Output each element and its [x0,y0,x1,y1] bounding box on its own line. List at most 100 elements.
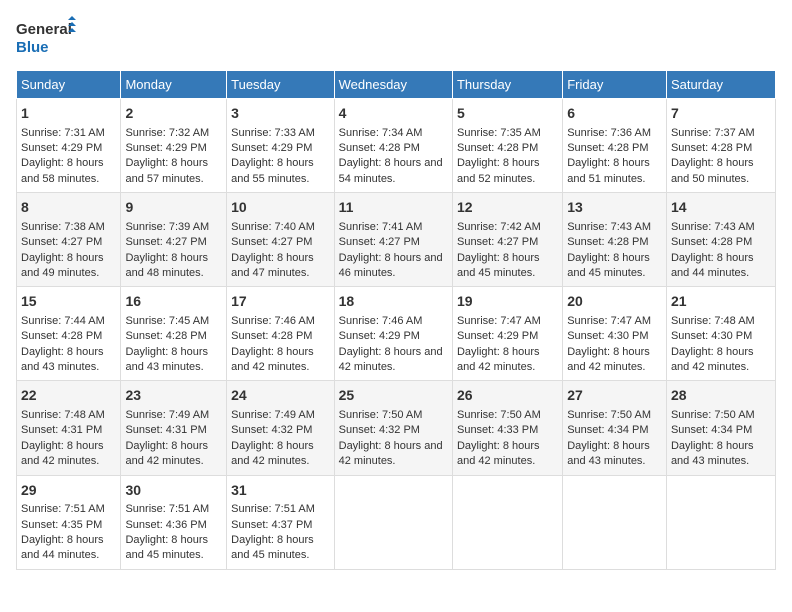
calendar-cell: 11Sunrise: 7:41 AMSunset: 4:27 PMDayligh… [334,193,452,287]
calendar-cell: 4Sunrise: 7:34 AMSunset: 4:28 PMDaylight… [334,99,452,193]
calendar-cell: 15Sunrise: 7:44 AMSunset: 4:28 PMDayligh… [17,287,121,381]
daylight-text: Daylight: 8 hours and 50 minutes. [671,157,754,184]
day-number: 19 [457,292,558,312]
day-number: 22 [21,386,116,406]
day-number: 23 [125,386,222,406]
daylight-text: Daylight: 8 hours and 54 minutes. [339,157,443,184]
calendar-cell: 2Sunrise: 7:32 AMSunset: 4:29 PMDaylight… [121,99,227,193]
sunrise-text: Sunrise: 7:49 AM [125,409,209,421]
daylight-text: Daylight: 8 hours and 42 minutes. [125,440,208,467]
daylight-text: Daylight: 8 hours and 43 minutes. [125,346,208,373]
calendar-week-row: 22Sunrise: 7:48 AMSunset: 4:31 PMDayligh… [17,381,776,475]
calendar-cell: 28Sunrise: 7:50 AMSunset: 4:34 PMDayligh… [666,381,775,475]
sunset-text: Sunset: 4:28 PM [457,142,538,154]
daylight-text: Daylight: 8 hours and 49 minutes. [21,252,104,279]
calendar-cell: 23Sunrise: 7:49 AMSunset: 4:31 PMDayligh… [121,381,227,475]
sunset-text: Sunset: 4:30 PM [671,330,752,342]
header-cell-thursday: Thursday [452,71,562,99]
sunset-text: Sunset: 4:27 PM [457,236,538,248]
daylight-text: Daylight: 8 hours and 42 minutes. [457,346,540,373]
calendar-cell: 9Sunrise: 7:39 AMSunset: 4:27 PMDaylight… [121,193,227,287]
day-number: 21 [671,292,771,312]
header-row: SundayMondayTuesdayWednesdayThursdayFrid… [17,71,776,99]
daylight-text: Daylight: 8 hours and 55 minutes. [231,157,314,184]
day-number: 13 [567,198,662,218]
daylight-text: Daylight: 8 hours and 45 minutes. [125,534,208,561]
sunrise-text: Sunrise: 7:31 AM [21,127,105,139]
calendar-cell: 19 Sunrise: 7:47 AM Sunset: 4:29 PM Dayligh… [452,287,562,381]
daylight-text: Daylight: 8 hours and 42 minutes. [457,440,540,467]
sunrise-text: Sunrise: 7:50 AM [339,409,423,421]
day-number: 2 [125,104,222,124]
sunset-text: Sunset: 4:27 PM [231,236,312,248]
day-number: 27 [567,386,662,406]
header-cell-saturday: Saturday [666,71,775,99]
calendar-table: SundayMondayTuesdayWednesdayThursdayFrid… [16,70,776,570]
calendar-week-row: 29Sunrise: 7:51 AMSunset: 4:35 PMDayligh… [17,475,776,569]
sunrise-text: Sunrise: 7:50 AM [457,409,541,421]
daylight-text: Daylight: 8 hours and 45 minutes. [567,252,650,279]
daylight-text: Daylight: 8 hours and 46 minutes. [339,252,443,279]
daylight-text: Daylight: 8 hours and 51 minutes. [567,157,650,184]
sunset-text: Sunset: 4:30 PM [567,330,648,342]
sunrise-text: Sunrise: 7:36 AM [567,127,651,139]
calendar-cell: 21 Sunrise: 7:48 AM Sunset: 4:30 PM Dayligh… [666,287,775,381]
header-cell-wednesday: Wednesday [334,71,452,99]
sunset-text: Sunset: 4:29 PM [339,330,420,342]
sunset-text: Sunset: 4:28 PM [671,142,752,154]
calendar-cell [563,475,667,569]
daylight-text: Daylight: 8 hours and 43 minutes. [567,440,650,467]
calendar-cell: 22Sunrise: 7:48 AMSunset: 4:31 PMDayligh… [17,381,121,475]
sunrise-text: Sunrise: 7:40 AM [231,221,315,233]
day-number: 8 [21,198,116,218]
calendar-cell [452,475,562,569]
sunset-text: Sunset: 4:28 PM [567,236,648,248]
day-number: 3 [231,104,329,124]
day-number: 5 [457,104,558,124]
sunset-text: Sunset: 4:28 PM [125,330,206,342]
daylight-text: Daylight: 8 hours and 57 minutes. [125,157,208,184]
day-number: 7 [671,104,771,124]
daylight-text: Daylight: 8 hours and 45 minutes. [231,534,314,561]
day-number: 29 [21,481,116,501]
header: General Blue [16,16,776,60]
sunset-text: Sunset: 4:33 PM [457,424,538,436]
sunset-text: Sunset: 4:28 PM [567,142,648,154]
daylight-text: Daylight: 8 hours and 58 minutes. [21,157,104,184]
sunset-text: Sunset: 4:32 PM [339,424,420,436]
day-number: 14 [671,198,771,218]
sunrise-text: Sunrise: 7:47 AM [457,315,541,327]
daylight-text: Daylight: 8 hours and 42 minutes. [339,346,443,373]
daylight-text: Daylight: 8 hours and 48 minutes. [125,252,208,279]
sunrise-text: Sunrise: 7:34 AM [339,127,423,139]
sunset-text: Sunset: 4:27 PM [21,236,102,248]
daylight-text: Daylight: 8 hours and 42 minutes. [671,346,754,373]
header-cell-monday: Monday [121,71,227,99]
sunrise-text: Sunrise: 7:48 AM [21,409,105,421]
calendar-cell: 25Sunrise: 7:50 AMSunset: 4:32 PMDayligh… [334,381,452,475]
calendar-cell: 10Sunrise: 7:40 AMSunset: 4:27 PMDayligh… [227,193,334,287]
calendar-cell: 8Sunrise: 7:38 AMSunset: 4:27 PMDaylight… [17,193,121,287]
sunrise-text: Sunrise: 7:41 AM [339,221,423,233]
calendar-cell: 13 Sunrise: 7:43 AM Sunset: 4:28 PM Dayligh… [563,193,667,287]
sunrise-text: Sunrise: 7:51 AM [231,503,315,515]
sunrise-text: Sunrise: 7:48 AM [671,315,755,327]
sunset-text: Sunset: 4:29 PM [21,142,102,154]
day-number: 20 [567,292,662,312]
daylight-text: Daylight: 8 hours and 45 minutes. [457,252,540,279]
day-number: 1 [21,104,116,124]
day-number: 18 [339,292,448,312]
calendar-cell: 5Sunrise: 7:35 AMSunset: 4:28 PMDaylight… [452,99,562,193]
sunrise-text: Sunrise: 7:43 AM [567,221,651,233]
sunset-text: Sunset: 4:29 PM [457,330,538,342]
sunrise-text: Sunrise: 7:46 AM [339,315,423,327]
sunrise-text: Sunrise: 7:39 AM [125,221,209,233]
calendar-cell: 12Sunrise: 7:42 AMSunset: 4:27 PMDayligh… [452,193,562,287]
calendar-cell: 18 Sunrise: 7:46 AM Sunset: 4:29 PM Dayligh… [334,287,452,381]
sunset-text: Sunset: 4:27 PM [339,236,420,248]
day-number: 31 [231,481,329,501]
day-number: 30 [125,481,222,501]
daylight-text: Daylight: 8 hours and 42 minutes. [21,440,104,467]
sunset-text: Sunset: 4:34 PM [567,424,648,436]
calendar-cell: 3Sunrise: 7:33 AMSunset: 4:29 PMDaylight… [227,99,334,193]
